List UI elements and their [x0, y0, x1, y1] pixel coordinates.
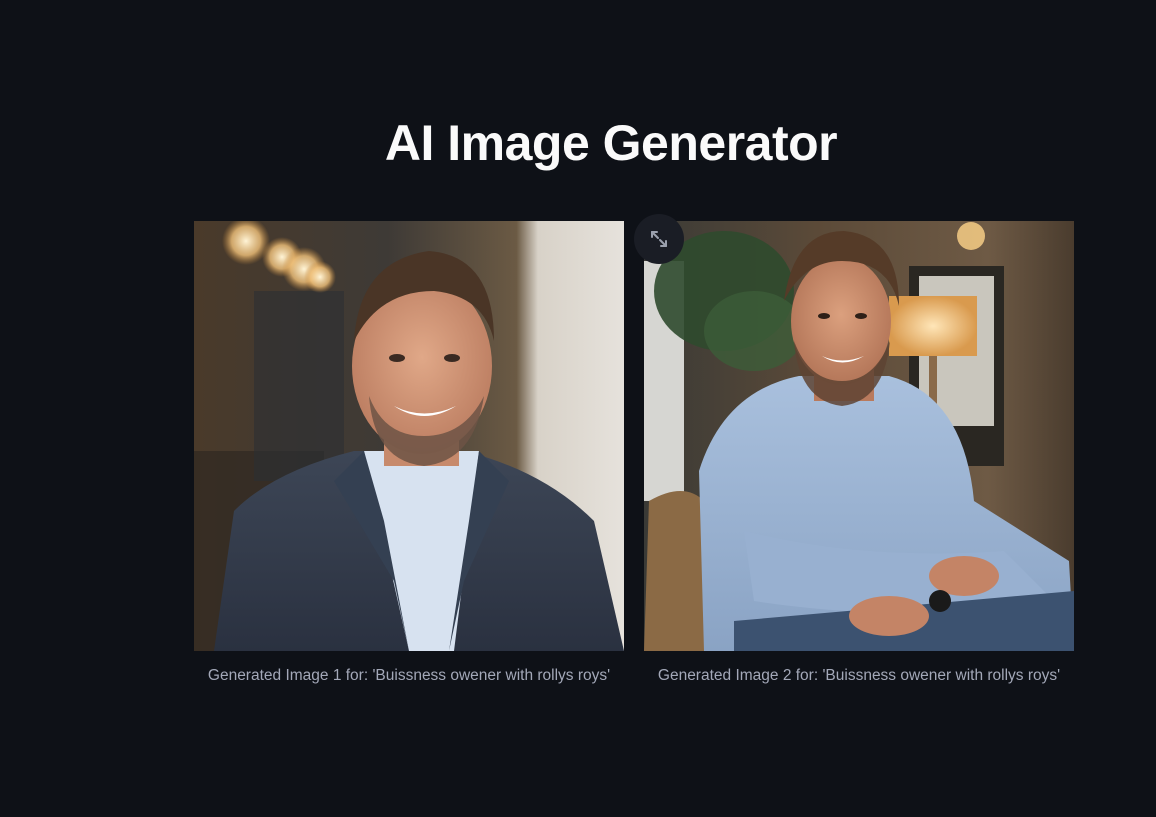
fullscreen-icon — [651, 231, 667, 247]
generated-image-1[interactable] — [194, 221, 624, 651]
portrait-image-2 — [644, 221, 1074, 651]
image-caption-1: Generated Image 1 for: 'Buissness owener… — [207, 667, 611, 684]
page-title: AI Image Generator — [384, 115, 838, 171]
generated-image-2[interactable] — [644, 221, 1074, 651]
app-main: AI Image Generator Generated Image 1 for… — [0, 0, 1156, 817]
image-gallery: Generated Image 1 for: 'Buissness owener… — [194, 221, 1074, 691]
image-caption-2: Generated Image 2 for: 'Buissness owener… — [657, 667, 1061, 684]
portrait-image-1 — [194, 221, 624, 651]
image-card-1: Generated Image 1 for: 'Buissness owener… — [194, 221, 624, 687]
fullscreen-button[interactable] — [634, 214, 684, 264]
image-card-2: Generated Image 2 for: 'Buissness owener… — [644, 221, 1074, 687]
